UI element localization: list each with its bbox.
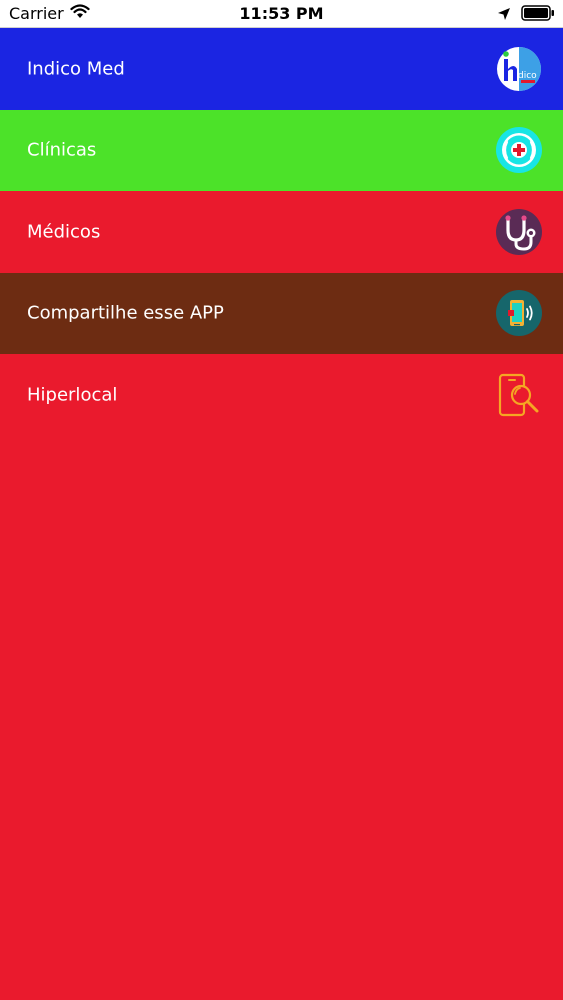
status-right	[497, 5, 555, 25]
menu-item-clinicas[interactable]: Clínicas	[0, 109, 563, 191]
menu-item-label: Clínicas	[27, 139, 97, 161]
clinic-signal-icon	[495, 126, 543, 174]
indico-logo-icon: dico	[495, 45, 543, 93]
menu-item-label: Compartilhe esse APP	[27, 302, 224, 324]
location-arrow-icon	[497, 6, 511, 25]
status-time: 11:53 PM	[239, 4, 324, 23]
share-phone-icon	[495, 289, 543, 337]
menu-item-indico-med[interactable]: Indico Med dico	[0, 28, 563, 110]
menu-item-medicos[interactable]: Médicos	[0, 191, 563, 273]
indico-logo-text: dico	[518, 71, 537, 81]
status-bar: Carrier 11:53 PM	[0, 0, 563, 28]
battery-icon	[521, 5, 555, 25]
menu-item-compartilhe[interactable]: Compartilhe esse APP	[0, 272, 563, 354]
stethoscope-icon	[495, 208, 543, 256]
menu-item-label: Médicos	[27, 221, 101, 243]
phone-search-icon	[495, 371, 543, 419]
menu-item-label: Hiperlocal	[27, 384, 118, 406]
menu-item-label: Indico Med	[27, 58, 125, 80]
main-menu: Indico Med dico Clínicas Médicos Compart…	[0, 28, 563, 436]
menu-item-hiperlocal[interactable]: Hiperlocal	[0, 354, 563, 436]
